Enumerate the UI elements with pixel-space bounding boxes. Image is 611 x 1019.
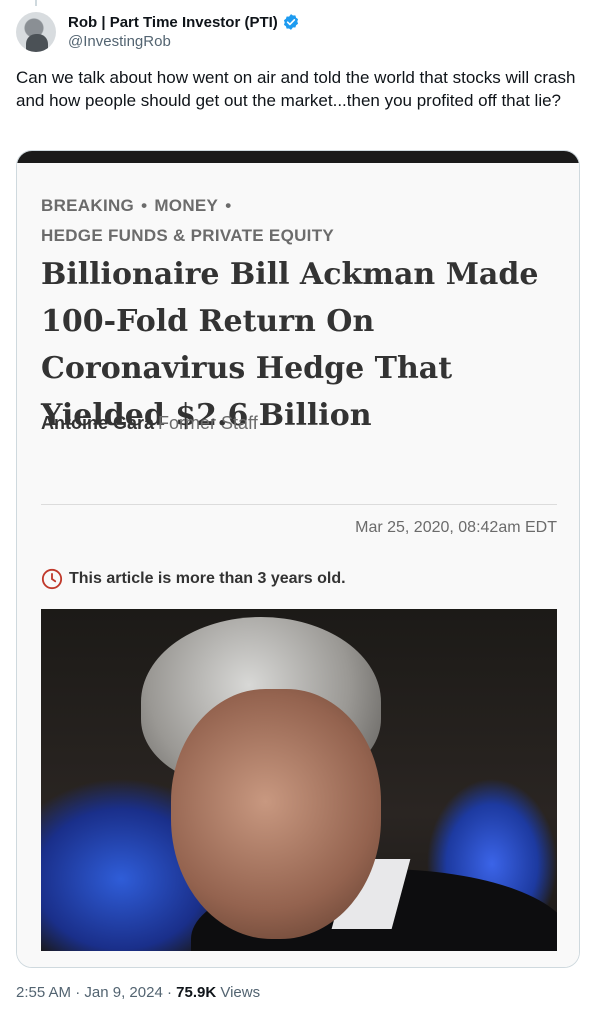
- name-row: Rob | Part Time Investor (PTI): [68, 13, 300, 31]
- breadcrumb-item-breaking[interactable]: BREAKING: [41, 196, 134, 215]
- article-photo: [41, 609, 557, 951]
- tweet-date[interactable]: Jan 9, 2024: [84, 984, 162, 1001]
- author-role: Former Staff: [158, 413, 258, 433]
- tweet-meta: 2:55 AM · Jan 9, 2024 · 75.9K Views: [16, 984, 260, 1001]
- article-age-warning: This article is more than 3 years old.: [41, 568, 346, 590]
- article-card-body: BREAKING • MONEY • HEDGE FUNDS & PRIVATE EQU…: [17, 151, 579, 967]
- breadcrumb: BREAKING • MONEY • HEDGE FUNDS & PRIVATE EQU…: [41, 191, 561, 251]
- meta-separator: ·: [166, 984, 172, 1001]
- breadcrumb-item-hedge-funds[interactable]: HEDGE FUNDS & PRIVATE EQUITY: [41, 226, 334, 245]
- tweet-time[interactable]: 2:55 AM: [16, 984, 71, 1001]
- article-date: Mar 25, 2020, 08:42am EDT: [355, 519, 557, 536]
- clock-icon: [41, 568, 63, 590]
- breadcrumb-item-money[interactable]: MONEY: [154, 196, 218, 215]
- age-warning-text: This article is more than 3 years old.: [69, 570, 346, 587]
- article-headline: Billionaire Bill Ackman Made 100-Fold Re…: [41, 257, 539, 433]
- thread-connector-line: [35, 0, 37, 6]
- photo-subject-face: [171, 689, 381, 939]
- tweet-text: Can we talk about how went on air and to…: [16, 68, 576, 110]
- avatar[interactable]: [16, 12, 56, 52]
- article-author[interactable]: Antoine Gara: [41, 413, 154, 433]
- verified-badge-icon: [282, 13, 300, 31]
- breadcrumb-separator: •: [225, 196, 232, 215]
- user-handle[interactable]: @InvestingRob: [68, 33, 171, 50]
- display-name[interactable]: Rob | Part Time Investor (PTI): [68, 14, 278, 31]
- byline: Antoine Gara Former Staff: [41, 413, 258, 434]
- article-top-bar: [17, 151, 579, 163]
- views-label: Views: [220, 984, 261, 1001]
- meta-separator: ·: [75, 984, 81, 1001]
- article-card[interactable]: BREAKING • MONEY • HEDGE FUNDS & PRIVATE EQU…: [16, 150, 580, 968]
- views-count[interactable]: 75.9K: [176, 984, 216, 1001]
- tweet-header: Rob | Part Time Investor (PTI) @Investin…: [16, 10, 596, 54]
- breadcrumb-separator: •: [141, 196, 148, 215]
- byline-divider: [41, 504, 557, 505]
